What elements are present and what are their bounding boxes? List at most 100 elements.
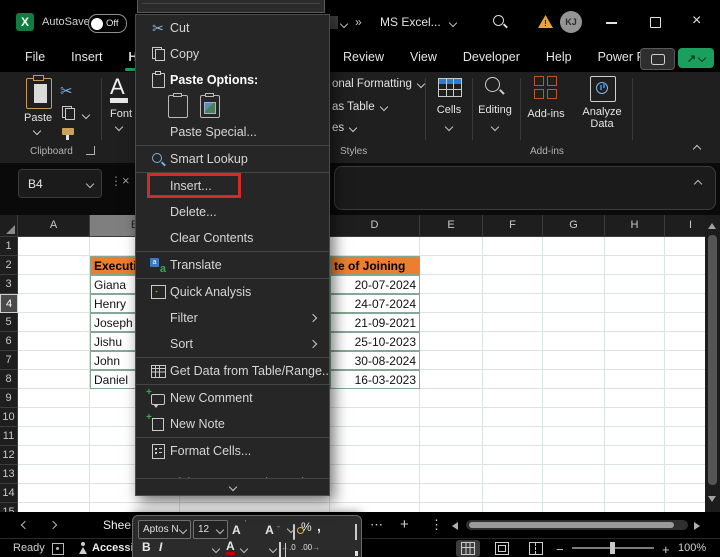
cell-I12[interactable] — [665, 446, 705, 465]
cell-E2[interactable] — [420, 256, 483, 275]
row-header-1[interactable]: 1 — [0, 237, 18, 256]
cell-I8[interactable] — [665, 370, 705, 389]
copy-icon[interactable] — [62, 106, 75, 120]
editing-icon[interactable] — [484, 76, 504, 96]
grow-font-button[interactable]: Aˈ — [232, 523, 241, 537]
menu-item-smart-lookup[interactable]: Smart Lookup — [136, 145, 329, 172]
editing-button[interactable]: Editing — [474, 104, 516, 116]
cell-F9[interactable] — [483, 389, 543, 408]
italic-button[interactable]: I — [159, 540, 162, 554]
cell-I11[interactable] — [665, 427, 705, 446]
cell-F12[interactable] — [483, 446, 543, 465]
row-header-8[interactable]: 8 — [0, 370, 18, 389]
sheet-options-kebab[interactable]: ⋮ — [430, 517, 443, 533]
cell-H6[interactable] — [605, 332, 665, 351]
menu-item-delete[interactable]: Delete... — [136, 199, 329, 225]
cell-F7[interactable] — [483, 351, 543, 370]
collapse-ribbon-icon[interactable] — [693, 145, 701, 153]
editing-chevron-icon[interactable] — [491, 123, 499, 131]
hscroll-right-icon[interactable] — [694, 522, 700, 530]
menu-item-insert[interactable]: Insert... — [136, 172, 329, 199]
bold-button[interactable]: B — [142, 540, 151, 554]
tab-help[interactable]: Help — [533, 44, 585, 72]
cell-H10[interactable] — [605, 408, 665, 427]
cell-D3[interactable]: 20-07-2024 — [330, 275, 420, 294]
cell-G14[interactable] — [543, 484, 605, 503]
cell-D4[interactable]: 24-07-2024 — [330, 294, 420, 313]
zoom-out-button[interactable]: − — [556, 542, 564, 557]
cell-I15[interactable] — [665, 503, 705, 512]
cell-D2[interactable]: te of Joining — [330, 256, 420, 275]
cell-I2[interactable] — [665, 256, 705, 275]
menu-item-paste-options[interactable]: Paste Options: — [136, 67, 329, 93]
cell-H4[interactable] — [605, 294, 665, 313]
share-button[interactable]: ↗ — [678, 48, 714, 68]
qat-chevron-icon[interactable] — [340, 20, 348, 28]
cut-icon[interactable] — [60, 82, 73, 100]
cell-A2[interactable] — [18, 256, 90, 275]
maximize-button[interactable] — [650, 17, 661, 28]
cell-D12[interactable] — [330, 446, 420, 465]
column-header-F[interactable]: F — [483, 215, 543, 237]
increase-decimal-button[interactable]: ←←.0.0 — [281, 543, 296, 552]
cells-button[interactable]: Cells — [434, 104, 464, 116]
cell-G15[interactable] — [543, 503, 605, 512]
cell-A4[interactable] — [18, 294, 90, 313]
cell-D15[interactable] — [330, 503, 420, 512]
cell-I14[interactable] — [665, 484, 705, 503]
cell-F15[interactable] — [483, 503, 543, 512]
fill-color-chevron-icon[interactable] — [212, 545, 220, 553]
search-icon[interactable] — [492, 14, 508, 30]
excel-logo-icon[interactable]: X — [16, 13, 34, 31]
font-name-select[interactable]: Aptos N — [138, 520, 191, 539]
cell-A8[interactable] — [18, 370, 90, 389]
cell-G11[interactable] — [543, 427, 605, 446]
row-header-9[interactable]: 9 — [0, 389, 18, 408]
font-size-select[interactable]: 12 — [193, 520, 228, 539]
cell-F8[interactable] — [483, 370, 543, 389]
cell-I4[interactable] — [665, 294, 705, 313]
tab-view[interactable]: View — [397, 44, 450, 72]
column-header-A[interactable]: A — [18, 215, 90, 237]
menu-item-cut[interactable]: Cut — [136, 15, 329, 41]
minimize-button[interactable] — [606, 22, 617, 24]
hscroll-left-icon[interactable] — [452, 522, 458, 530]
menu-item-get-data-from-table-range[interactable]: Get Data from Table/Range... — [136, 357, 329, 384]
menu-item-quick-analysis[interactable]: Quick Analysis — [136, 278, 329, 305]
cell-F10[interactable] — [483, 408, 543, 427]
zoom-in-button[interactable]: + — [662, 542, 670, 557]
cell-G7[interactable] — [543, 351, 605, 370]
cell-styles-button[interactable]: es — [332, 122, 356, 134]
tab-insert[interactable]: Insert — [58, 44, 115, 72]
cell-I1[interactable] — [665, 237, 705, 256]
cell-F6[interactable] — [483, 332, 543, 351]
cell-H15[interactable] — [605, 503, 665, 512]
cell-G2[interactable] — [543, 256, 605, 275]
menu-item-paste-special[interactable]: Paste Special... — [136, 119, 329, 145]
merge-center-icon[interactable] — [355, 524, 357, 540]
cancel-icon[interactable]: × — [122, 173, 130, 188]
row-header-2[interactable]: 2 — [0, 256, 18, 275]
cell-G8[interactable] — [543, 370, 605, 389]
cell-A14[interactable] — [18, 484, 90, 503]
avatar[interactable]: KJ — [560, 11, 582, 33]
cell-F3[interactable] — [483, 275, 543, 294]
column-header-I[interactable]: I — [665, 215, 705, 237]
menu-scroll-down[interactable] — [136, 478, 329, 495]
prev-sheet-icon[interactable] — [21, 521, 29, 529]
format-painter-icon[interactable] — [62, 128, 74, 135]
select-all-corner[interactable] — [0, 215, 18, 237]
column-header-E[interactable]: E — [420, 215, 483, 237]
zoom-level[interactable]: 100% — [678, 542, 706, 554]
cell-E9[interactable] — [420, 389, 483, 408]
cell-D13[interactable] — [330, 465, 420, 484]
cell-I10[interactable] — [665, 408, 705, 427]
cell-A3[interactable] — [18, 275, 90, 294]
menu-item-new-comment[interactable]: New Comment — [136, 384, 329, 411]
cell-H1[interactable] — [605, 237, 665, 256]
cell-I6[interactable] — [665, 332, 705, 351]
normal-view-button[interactable] — [456, 540, 480, 557]
cell-F4[interactable] — [483, 294, 543, 313]
cell-G3[interactable] — [543, 275, 605, 294]
cell-E4[interactable] — [420, 294, 483, 313]
